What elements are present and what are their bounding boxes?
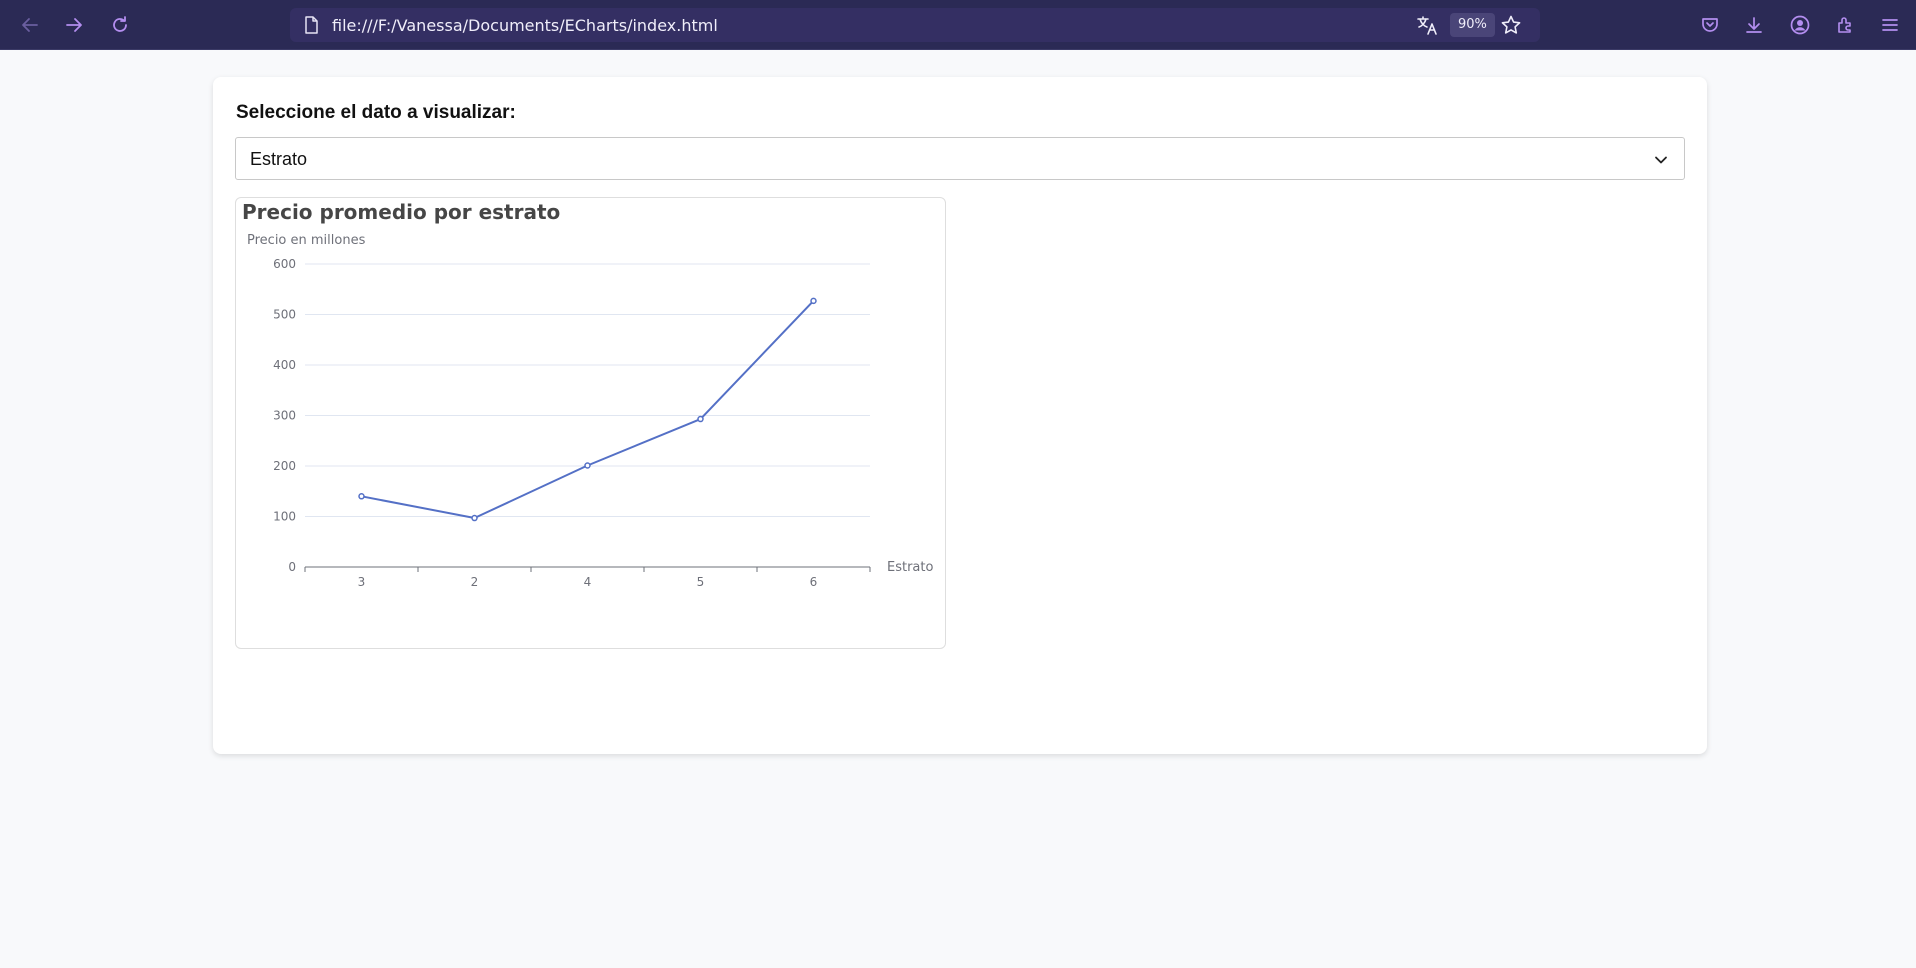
data-point	[471, 514, 478, 522]
pocket-button[interactable]	[1692, 7, 1728, 43]
y-tick-label: 500	[273, 308, 296, 322]
content-card: Seleccione el dato a visualizar: Estrato…	[213, 77, 1707, 754]
back-arrow-icon	[22, 18, 38, 32]
y-tick-label: 200	[273, 459, 296, 473]
chevron-down-icon	[1652, 151, 1670, 169]
forward-button[interactable]	[56, 7, 92, 43]
data-point	[358, 493, 365, 500]
line-chart: Precio promedio por estrato Precio en mil…	[242, 200, 933, 589]
translate-icon[interactable]	[1414, 12, 1440, 38]
data-point	[584, 462, 591, 469]
series-line	[361, 300, 815, 520]
page-icon	[302, 16, 320, 34]
address-bar[interactable]: file:///F:/Vanessa/Documents/ECharts/ind…	[290, 8, 1540, 42]
zoom-level-badge[interactable]: 90%	[1450, 13, 1495, 37]
y-tick-label: 300	[273, 409, 296, 423]
data-point	[810, 297, 817, 305]
forward-arrow-icon	[66, 18, 82, 32]
menu-button[interactable]	[1872, 7, 1908, 43]
y-tick-label: 100	[273, 510, 296, 524]
y-axis-label: Precio en millones	[247, 233, 366, 248]
downloads-button[interactable]	[1736, 7, 1772, 43]
x-tick-label: 3	[358, 575, 366, 589]
x-tick-label: 5	[697, 575, 705, 589]
account-button[interactable]	[1782, 7, 1818, 43]
back-button[interactable]	[12, 7, 48, 43]
star-icon[interactable]	[1498, 12, 1524, 38]
select-value: Estrato	[250, 149, 308, 169]
reload-button[interactable]	[102, 7, 138, 43]
y-tick-label: 0	[288, 560, 296, 574]
data-select[interactable]: Estrato	[235, 137, 1685, 180]
chart-container: Precio promedio por estrato Precio en mil…	[235, 197, 946, 649]
x-axis-label: Estrato	[887, 560, 933, 575]
account-icon	[1790, 15, 1810, 35]
browser-toolbar: file:///F:/Vanessa/Documents/ECharts/ind…	[0, 0, 1916, 50]
pocket-icon	[1702, 18, 1718, 32]
y-tick-label: 400	[273, 358, 296, 372]
url-text[interactable]: file:///F:/Vanessa/Documents/ECharts/ind…	[332, 16, 718, 35]
download-icon	[1746, 17, 1762, 33]
hamburger-menu-icon	[1882, 19, 1898, 31]
extensions-icon	[1838, 17, 1851, 33]
select-label: Seleccione el dato a visualizar:	[236, 102, 516, 123]
reload-icon	[113, 16, 127, 32]
x-tick-label: 6	[810, 575, 818, 589]
data-point	[697, 415, 704, 423]
x-tick-label: 4	[584, 575, 592, 589]
chart-title: Precio promedio por estrato	[242, 200, 560, 224]
x-tick-label: 2	[471, 575, 479, 589]
extensions-button[interactable]	[1827, 7, 1863, 43]
y-tick-label: 600	[273, 257, 296, 271]
